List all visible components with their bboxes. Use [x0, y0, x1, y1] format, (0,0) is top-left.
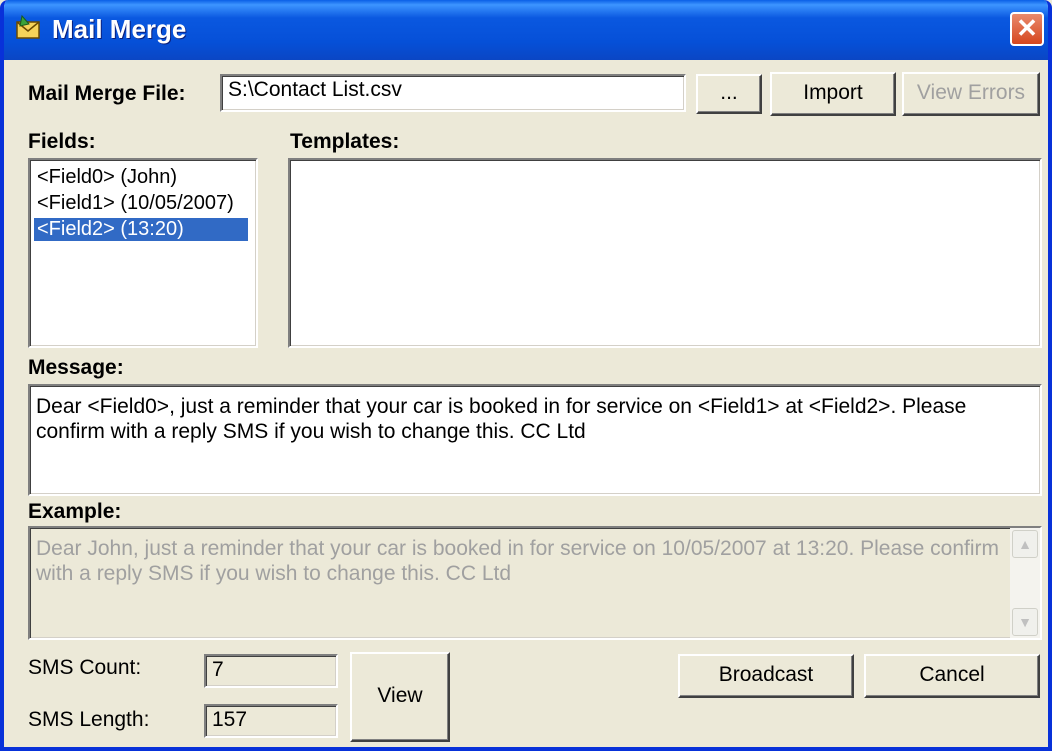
sms-count-label: SMS Count:: [28, 656, 142, 679]
browse-button[interactable]: ...: [696, 74, 762, 114]
fields-list[interactable]: <Field0> (John) <Field1> (10/05/2007) <F…: [28, 158, 258, 348]
sms-length-value: 157: [212, 708, 248, 731]
sms-count-field: 7: [204, 654, 338, 688]
import-button[interactable]: Import: [770, 72, 896, 116]
cancel-button[interactable]: Cancel: [864, 654, 1040, 698]
import-button-label: Import: [803, 81, 863, 104]
fields-list-item-selected[interactable]: <Field2> (13:20): [34, 218, 248, 241]
fields-label: Fields:: [28, 130, 96, 153]
templates-list[interactable]: [288, 158, 1042, 348]
example-textarea[interactable]: Dear John, just a reminder that your car…: [28, 526, 1042, 640]
broadcast-button-label: Broadcast: [718, 663, 814, 686]
scroll-down-icon[interactable]: ▼: [1012, 608, 1038, 636]
mail-merge-file-label: Mail Merge File:: [28, 82, 186, 105]
mail-merge-window: Mail Merge ✕ Mail Merge File: S:\Contact…: [0, 0, 1052, 751]
fields-list-item[interactable]: <Field1> (10/05/2007): [34, 192, 237, 215]
mail-merge-icon: [16, 14, 40, 39]
message-label: Message:: [28, 356, 124, 379]
fields-list-item[interactable]: <Field0> (John): [34, 166, 180, 189]
view-button[interactable]: View: [350, 652, 450, 742]
title-bar[interactable]: Mail Merge ✕: [4, 0, 1048, 60]
window-title: Mail Merge: [52, 14, 187, 44]
mail-merge-file-input[interactable]: S:\Contact List.csv: [220, 74, 686, 112]
sms-count-value: 7: [212, 658, 224, 681]
scroll-up-icon[interactable]: ▲: [1012, 530, 1038, 558]
cancel-button-label: Cancel: [919, 663, 985, 686]
close-icon[interactable]: ✕: [1010, 12, 1044, 46]
mail-merge-file-value: S:\Contact List.csv: [228, 78, 402, 101]
example-text: Dear John, just a reminder that your car…: [36, 537, 1000, 585]
view-errors-button-label: View Errors: [916, 81, 1026, 104]
broadcast-button[interactable]: Broadcast: [678, 654, 854, 698]
browse-button-label: ...: [720, 81, 738, 104]
message-text: Dear <Field0>, just a reminder that your…: [36, 395, 967, 443]
view-errors-button[interactable]: View Errors: [902, 72, 1040, 116]
example-scrollbar[interactable]: ▲ ▼: [1010, 528, 1040, 638]
sms-length-field: 157: [204, 704, 338, 738]
example-label: Example:: [28, 500, 122, 523]
templates-label: Templates:: [290, 130, 400, 153]
message-textarea[interactable]: Dear <Field0>, just a reminder that your…: [28, 384, 1042, 496]
sms-length-label: SMS Length:: [28, 708, 150, 731]
view-button-label: View: [377, 684, 423, 707]
